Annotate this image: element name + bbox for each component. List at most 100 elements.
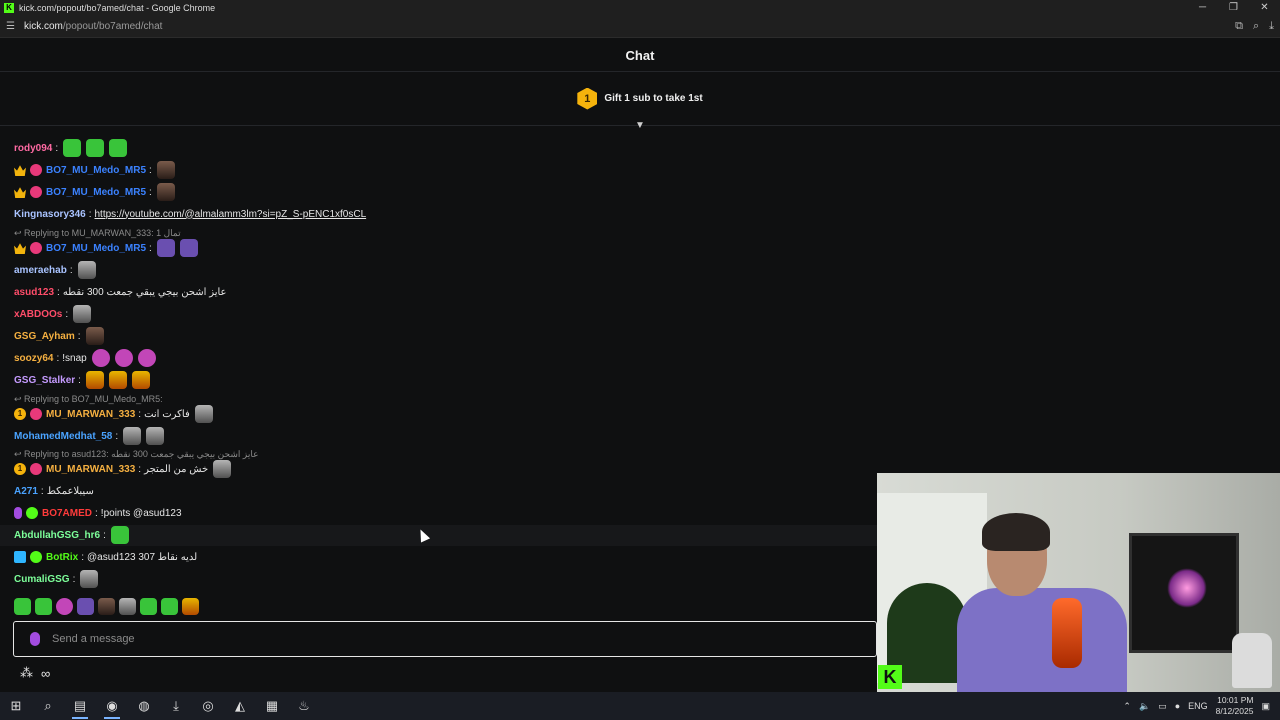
emote-icon[interactable] [146, 427, 165, 445]
emote-icon[interactable] [35, 598, 52, 615]
downloader-icon[interactable]: ⤓ [160, 692, 192, 720]
chat-username[interactable]: MU_MARWAN_333 [46, 409, 135, 420]
obs-icon[interactable]: ◎ [192, 692, 224, 720]
close-icon[interactable]: ✕ [1249, 0, 1280, 16]
chat-message[interactable]: BO7_MU_Medo_MR5: [14, 182, 175, 202]
search-icon[interactable]: ⌕ [32, 692, 64, 720]
chat-message[interactable]: 1 MU_MARWAN_333: خش من المتجر [14, 459, 232, 479]
points-icon[interactable]: ⁂ [20, 665, 33, 681]
chat-message[interactable]: BO7AMED: !points @asud123 [14, 503, 182, 523]
chat-message[interactable]: ameraehab: [14, 260, 96, 280]
chat-username[interactable]: BO7_MU_Medo_MR5 [46, 165, 146, 176]
chat-username[interactable]: GSG_Stalker [14, 375, 75, 386]
chat-message[interactable]: asud123: عايز اشحن بيجي يبقي جمعت 300 نقط… [14, 282, 227, 302]
emote-icon[interactable] [80, 570, 99, 588]
site-settings-icon[interactable]: ☰ [6, 21, 18, 32]
notification-icon[interactable]: ▣ [1261, 701, 1270, 712]
emote-icon[interactable] [73, 305, 92, 323]
chat-message[interactable]: AbdullahGSG_hr6: [14, 525, 129, 545]
emote-icon[interactable] [110, 526, 129, 544]
zoom-icon[interactable]: ⌕ [1253, 20, 1259, 33]
app-icon[interactable]: ▦ [256, 692, 288, 720]
chat-message[interactable]: 1 MU_MARWAN_333: فاكرت انت [14, 404, 213, 424]
chat-message[interactable]: rody094: [14, 138, 128, 158]
volume-icon[interactable]: 🔈 [1139, 701, 1150, 712]
chat-message[interactable]: CumaliGSG: [14, 569, 99, 589]
chat-username[interactable]: BO7_MU_Medo_MR5 [46, 243, 146, 254]
emote-icon[interactable] [123, 427, 142, 445]
emote-icon[interactable] [77, 261, 96, 279]
chat-message[interactable]: MohamedMedhat_58: [14, 426, 165, 446]
language-indicator[interactable]: ENG [1188, 701, 1208, 711]
emote-icon[interactable] [98, 598, 115, 615]
download-icon[interactable]: ⤓ [1269, 20, 1274, 33]
restore-icon[interactable]: ❐ [1218, 0, 1249, 16]
chat-username[interactable]: AbdullahGSG_hr6 [14, 530, 100, 541]
chat-username[interactable]: BotRix [46, 552, 78, 563]
emote-icon[interactable] [137, 349, 156, 367]
minimize-icon[interactable]: ─ [1187, 0, 1218, 16]
emote-icon[interactable] [114, 349, 133, 367]
discord-icon[interactable]: ◍ [128, 692, 160, 720]
chat-username[interactable]: Kingnasory346 [14, 209, 86, 220]
chat-message[interactable]: GSG_Stalker: [14, 370, 150, 390]
chat-message[interactable]: A271: سيبلاعمكط [14, 481, 94, 501]
start-icon[interactable]: ⊞ [0, 692, 32, 720]
emote-icon[interactable] [156, 239, 175, 257]
chat-username[interactable]: xABDOOs [14, 309, 62, 320]
emote-icon[interactable] [63, 139, 82, 157]
emote-icon[interactable] [156, 161, 175, 179]
chat-username[interactable]: rody094 [14, 143, 52, 154]
chat-username[interactable]: CumaliGSG [14, 574, 70, 585]
translate-icon[interactable]: ⧉ [1235, 20, 1243, 33]
emote-icon[interactable] [213, 460, 232, 478]
chat-input-box[interactable] [13, 621, 877, 657]
chat-link[interactable]: https://youtube.com/@almalamm3lm?si=pZ_S… [94, 209, 366, 220]
emote-icon[interactable] [85, 371, 104, 389]
emote-icon[interactable] [56, 598, 73, 615]
chrome-icon[interactable]: ◉ [96, 692, 128, 720]
chat-username[interactable]: MU_MARWAN_333 [46, 464, 135, 475]
chat-message[interactable]: BO7_MU_Medo_MR5: [14, 238, 198, 258]
message-input[interactable] [52, 633, 812, 645]
emote-icon[interactable] [109, 139, 128, 157]
emote-icon[interactable] [156, 183, 175, 201]
emote-icon[interactable] [91, 349, 110, 367]
chevron-up-icon[interactable]: ⌃ [1123, 701, 1131, 712]
mic-icon[interactable]: ● [1175, 701, 1180, 711]
network-icon[interactable]: ▭ [1158, 701, 1167, 712]
emote-icon[interactable] [179, 239, 198, 257]
gift-sub-banner[interactable]: 1 Gift 1 sub to take 1st [0, 72, 1280, 126]
emote-icon[interactable] [85, 327, 104, 345]
chat-username[interactable]: BO7AMED [42, 508, 92, 519]
file-explorer-icon[interactable]: ▤ [64, 692, 96, 720]
chat-username[interactable]: BO7_MU_Medo_MR5 [46, 187, 146, 198]
chat-username[interactable]: GSG_Ayham [14, 331, 75, 342]
scroll-down-icon[interactable]: ▼ [634, 120, 646, 132]
emote-icon[interactable] [131, 371, 150, 389]
chat-username[interactable]: A271 [14, 486, 38, 497]
emote-icon[interactable] [194, 405, 213, 423]
emote-icon[interactable] [161, 598, 178, 615]
emote-icon[interactable] [77, 598, 94, 615]
emote-quick-bar[interactable] [14, 598, 199, 615]
game-icon[interactable]: ◭ [224, 692, 256, 720]
chat-message[interactable]: Kingnasory346: https://youtube.com/@almal… [14, 204, 366, 224]
chat-message[interactable]: soozy64: !snap [14, 348, 156, 368]
steam-icon[interactable]: ♨ [288, 692, 320, 720]
chat-message[interactable]: BotRix: @asud123 307 لديه نقاط [14, 547, 197, 567]
emote-icon[interactable] [140, 598, 157, 615]
chat-username[interactable]: asud123 [14, 287, 54, 298]
chat-username[interactable]: ameraehab [14, 265, 67, 276]
chat-message[interactable]: xABDOOs: [14, 304, 92, 324]
chat-username[interactable]: MohamedMedhat_58 [14, 431, 112, 442]
infinity-icon[interactable]: ∞ [41, 666, 50, 681]
address-bar[interactable]: ☰ kick.com/popout/bo7amed/chat ⧉ ⌕ ⤓ [0, 16, 1280, 38]
clock[interactable]: 10:01 PM 8/12/2025 [1216, 695, 1254, 717]
emote-icon[interactable] [14, 598, 31, 615]
emote-icon[interactable] [182, 598, 199, 615]
emote-icon[interactable] [86, 139, 105, 157]
chat-message[interactable]: BO7_MU_Medo_MR5: [14, 160, 175, 180]
emote-icon[interactable] [119, 598, 136, 615]
chat-username[interactable]: soozy64 [14, 353, 53, 364]
